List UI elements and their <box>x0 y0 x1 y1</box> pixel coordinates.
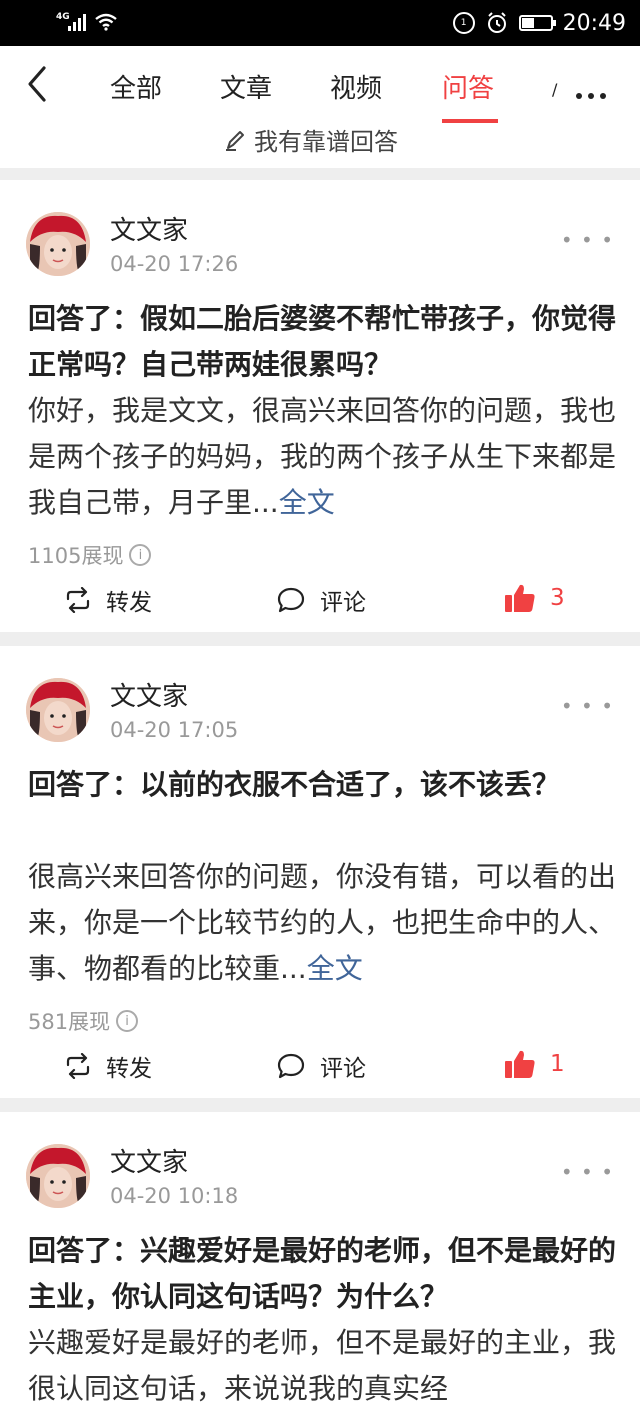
thumbs-up-icon <box>505 584 535 612</box>
action-bar: 转发 评论 1 <box>0 1049 640 1089</box>
answer-excerpt[interactable]: 很高兴来回答你的问题，你没有错，可以看的出来，你是一个比较节约的人，也把生命中的… <box>28 854 618 992</box>
wifi-icon <box>95 13 117 31</box>
repost-label: 转发 <box>106 1056 152 1082</box>
repost-icon <box>66 1053 90 1079</box>
more-menu-icon[interactable] <box>576 84 612 103</box>
answered-prefix: 回答了： <box>28 1234 141 1267</box>
comment-label: 评论 <box>320 1056 366 1082</box>
data-saver-icon: 1 <box>452 12 475 34</box>
tab-partial[interactable]: / <box>552 80 557 99</box>
author-name[interactable]: 文文家 <box>110 210 188 247</box>
question-title[interactable]: 回答了：兴趣爱好是最好的老师，但不是最好的主业，你认同这句话吗？为什么？ <box>28 1228 618 1320</box>
repost-label: 转发 <box>106 590 152 616</box>
comment-button[interactable]: 评论 <box>276 1049 366 1083</box>
tab-articles[interactable]: 文章 <box>220 68 272 105</box>
view-count-text: 1105展现 <box>28 544 124 568</box>
back-arrow-icon[interactable] <box>22 64 56 104</box>
post-time: 04-20 17:26 <box>110 252 239 276</box>
status-bar: 4G 1 20:49 <box>0 0 640 46</box>
card-more-icon[interactable]: • • • <box>561 694 614 718</box>
top-nav: 全部 文章 视频 问答 / <box>0 46 640 126</box>
answered-prefix: 回答了： <box>28 302 141 335</box>
read-more-link[interactable]: 全文 <box>307 952 363 985</box>
comment-icon <box>277 587 305 613</box>
repost-icon <box>66 587 90 613</box>
answer-excerpt[interactable]: 你好，我是文文，很高兴来回答你的问题，我也是两个孩子的妈妈，我的两个孩子从生下来… <box>28 388 618 526</box>
signal-icon <box>68 13 88 31</box>
excerpt-text: 兴趣爱好是最好的老师，但不是最好的主业，我很认同这句话，来说说我的真实经 <box>28 1326 617 1405</box>
thumbs-up-icon <box>505 1050 535 1078</box>
info-icon[interactable]: i <box>129 544 152 566</box>
repost-button[interactable]: 转发 <box>64 583 152 617</box>
answer-card: 文文家 04-20 17:05 • • • 回答了：以前的衣服不合适了，该不该丢… <box>0 646 640 1098</box>
post-time: 04-20 10:18 <box>110 1184 239 1208</box>
comment-icon <box>277 1053 305 1079</box>
active-tab-indicator <box>442 119 498 123</box>
like-button[interactable]: 3 <box>504 583 565 613</box>
avatar[interactable] <box>26 678 90 742</box>
repost-button[interactable]: 转发 <box>64 1049 152 1083</box>
view-count: 581展现 i <box>28 1006 139 1036</box>
comment-button[interactable]: 评论 <box>276 583 366 617</box>
card-more-icon[interactable]: • • • <box>561 228 614 252</box>
info-icon[interactable]: i <box>116 1010 139 1032</box>
post-time: 04-20 17:05 <box>110 718 239 742</box>
write-answer-label: 我有靠谱回答 <box>254 128 398 156</box>
alarm-clock-icon <box>487 12 506 33</box>
like-button[interactable]: 1 <box>504 1049 565 1079</box>
question-title[interactable]: 回答了：假如二胎后婆婆不帮忙带孩子，你觉得正常吗？自己带两娃很累吗？ <box>28 296 618 388</box>
read-more-link[interactable]: 全文 <box>279 486 335 519</box>
answer-card: 文文家 04-20 10:18 • • • 回答了：兴趣爱好是最好的老师，但不是… <box>0 1112 640 1422</box>
battery-icon <box>518 15 556 31</box>
question-text: 以前的衣服不合适了，该不该丢？ <box>140 768 561 801</box>
pen-icon <box>226 130 244 151</box>
avatar[interactable] <box>26 212 90 276</box>
question-title[interactable]: 回答了：以前的衣服不合适了，该不该丢？ <box>28 762 618 808</box>
tab-all[interactable]: 全部 <box>110 68 162 105</box>
clock: 20:49 <box>562 10 626 36</box>
like-count: 3 <box>550 585 565 611</box>
tab-qa[interactable]: 问答 <box>442 68 494 105</box>
action-bar: 转发 评论 3 <box>0 583 640 623</box>
card-more-icon[interactable]: • • • <box>561 1160 614 1184</box>
author-name[interactable]: 文文家 <box>110 676 188 713</box>
answer-card: 文文家 04-20 17:26 • • • 回答了：假如二胎后婆婆不帮忙带孩子，… <box>0 180 640 632</box>
view-count-text: 581展现 <box>28 1010 111 1034</box>
write-answer-bar[interactable]: 我有靠谱回答 <box>0 126 640 168</box>
view-count: 1105展现 i <box>28 540 152 570</box>
author-name[interactable]: 文文家 <box>110 1142 188 1179</box>
comment-label: 评论 <box>320 590 366 616</box>
answer-excerpt[interactable]: 兴趣爱好是最好的老师，但不是最好的主业，我很认同这句话，来说说我的真实经 <box>28 1320 618 1412</box>
tab-videos[interactable]: 视频 <box>330 68 382 105</box>
avatar[interactable] <box>26 1144 90 1208</box>
answered-prefix: 回答了： <box>28 768 141 801</box>
like-count: 1 <box>550 1051 565 1077</box>
